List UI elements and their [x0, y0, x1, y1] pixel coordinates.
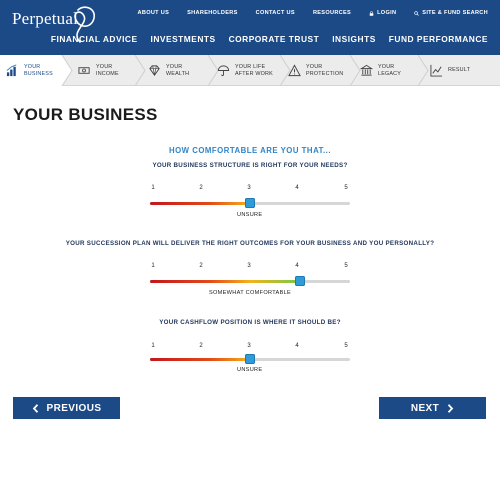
next-label: NEXT: [410, 402, 440, 414]
step-label: YOUR LIFE AFTER WORK: [235, 64, 273, 77]
step-label: YOUR WEALTH: [166, 64, 190, 77]
scale-label: 3: [247, 263, 251, 269]
umbrella-icon: [217, 65, 230, 77]
next-button[interactable]: NEXT: [379, 397, 486, 419]
step-label: YOUR BUSINESS: [24, 64, 53, 77]
chevron-right-icon: [447, 403, 454, 413]
bar-chart-icon: [6, 64, 17, 77]
utility-nav: ABOUT US SHAREHOLDERS CONTACT US RESOURC…: [138, 10, 488, 16]
question-1-text: YOUR BUSINESS STRUCTURE IS RIGHT FOR YOU…: [152, 162, 348, 169]
scale-labels: 1 2 3 4 5: [150, 263, 350, 273]
step-label: YOUR INCOME: [96, 64, 119, 77]
util-link-search[interactable]: SITE & FUND SEARCH: [414, 10, 488, 16]
answer-label-3: UNSURE: [237, 367, 263, 373]
util-link-login[interactable]: LOGIN: [369, 10, 396, 16]
nav-fund-performance[interactable]: FUND PERFORMANCE: [389, 34, 488, 44]
step-label: YOUR LEGACY: [378, 64, 402, 77]
question-2-text: YOUR SUCCESSION PLAN WILL DELIVER THE RI…: [65, 240, 435, 247]
nav-corporate-trust[interactable]: CORPORATE TRUST: [229, 34, 320, 44]
scale-label: 4: [295, 343, 299, 349]
warning-icon: [288, 64, 301, 77]
nav-financial-advice[interactable]: FINANCIAL ADVICE: [51, 34, 138, 44]
main-nav: FINANCIAL ADVICE INVESTMENTS CORPORATE T…: [51, 34, 488, 44]
step-your-wealth[interactable]: YOUR WEALTH: [148, 55, 189, 86]
comfort-slider-1[interactable]: [150, 198, 350, 210]
slider-thumb[interactable]: [245, 354, 255, 364]
nav-investments[interactable]: INVESTMENTS: [151, 34, 216, 44]
bank-icon: [360, 64, 373, 76]
money-icon: [78, 67, 90, 74]
previous-label: PREVIOUS: [46, 402, 102, 414]
slider-thumb[interactable]: [245, 198, 255, 208]
step-result[interactable]: RESULT: [430, 55, 470, 86]
login-label: LOGIN: [377, 10, 397, 16]
progress-steps: YOUR BUSINESS YOUR INCOME YOUR WEALTH YOUR …: [0, 55, 500, 86]
step-your-income[interactable]: YOUR INCOME: [78, 55, 119, 86]
answer-label-1: UNSURE: [237, 212, 263, 218]
util-link-resources[interactable]: RESOURCES: [313, 10, 351, 16]
scale-label: 1: [151, 185, 155, 191]
scale-labels: 1 2 3 4 5: [150, 185, 350, 195]
util-link-shareholders[interactable]: SHAREHOLDERS: [187, 10, 238, 16]
scale-label: 5: [344, 185, 348, 191]
slider-fill: [150, 202, 250, 205]
answer-label-2: SOMEWHAT COMFORTABLE: [209, 290, 292, 296]
comfort-slider-2[interactable]: [150, 276, 350, 288]
scale-labels: 1 2 3 4 5: [150, 343, 350, 353]
diamond-icon: [149, 65, 160, 76]
slider-thumb[interactable]: [295, 276, 305, 286]
util-link-contact[interactable]: CONTACT US: [256, 10, 295, 16]
nav-insights[interactable]: INSIGHTS: [332, 34, 376, 44]
scale-label: 4: [295, 263, 299, 269]
lock-icon: [369, 10, 374, 16]
step-label: RESULT: [448, 67, 471, 74]
site-header: Perpetual ABOUT US SHAREHOLDERS CONTACT …: [0, 0, 500, 55]
step-your-legacy[interactable]: YOUR LEGACY: [360, 55, 401, 86]
line-chart-icon: [430, 64, 443, 77]
step-your-life-after-work[interactable]: YOUR LIFE AFTER WORK: [217, 55, 273, 86]
comfort-slider-3[interactable]: [150, 354, 350, 366]
slider-fill: [150, 358, 250, 361]
scale-label: 5: [344, 263, 348, 269]
scale-label: 1: [151, 263, 155, 269]
scale-label: 2: [199, 343, 203, 349]
scale-label: 5: [344, 343, 348, 349]
scale-label: 2: [199, 263, 203, 269]
question-3-text: YOUR CASHFLOW POSITION IS WHERE IT SHOUL…: [159, 319, 341, 326]
search-label: SITE & FUND SEARCH: [422, 10, 488, 16]
page-title: YOUR BUSINESS: [13, 105, 158, 124]
step-label: YOUR PROTECTION: [306, 64, 344, 77]
chevron-left-icon: [32, 403, 38, 413]
util-link-about[interactable]: ABOUT US: [138, 10, 170, 16]
scale-label: 4: [295, 185, 299, 191]
step-your-business[interactable]: YOUR BUSINESS: [6, 55, 53, 86]
scale-label: 3: [247, 185, 251, 191]
scale-label: 2: [199, 185, 203, 191]
section-subheading: HOW COMFORTABLE ARE YOU THAT...: [168, 146, 332, 155]
previous-button[interactable]: PREVIOUS: [13, 397, 120, 419]
scale-label: 1: [151, 343, 155, 349]
scale-label: 3: [247, 343, 251, 349]
step-your-protection[interactable]: YOUR PROTECTION: [288, 55, 343, 86]
slider-fill: [150, 280, 300, 283]
search-icon: [414, 10, 420, 16]
